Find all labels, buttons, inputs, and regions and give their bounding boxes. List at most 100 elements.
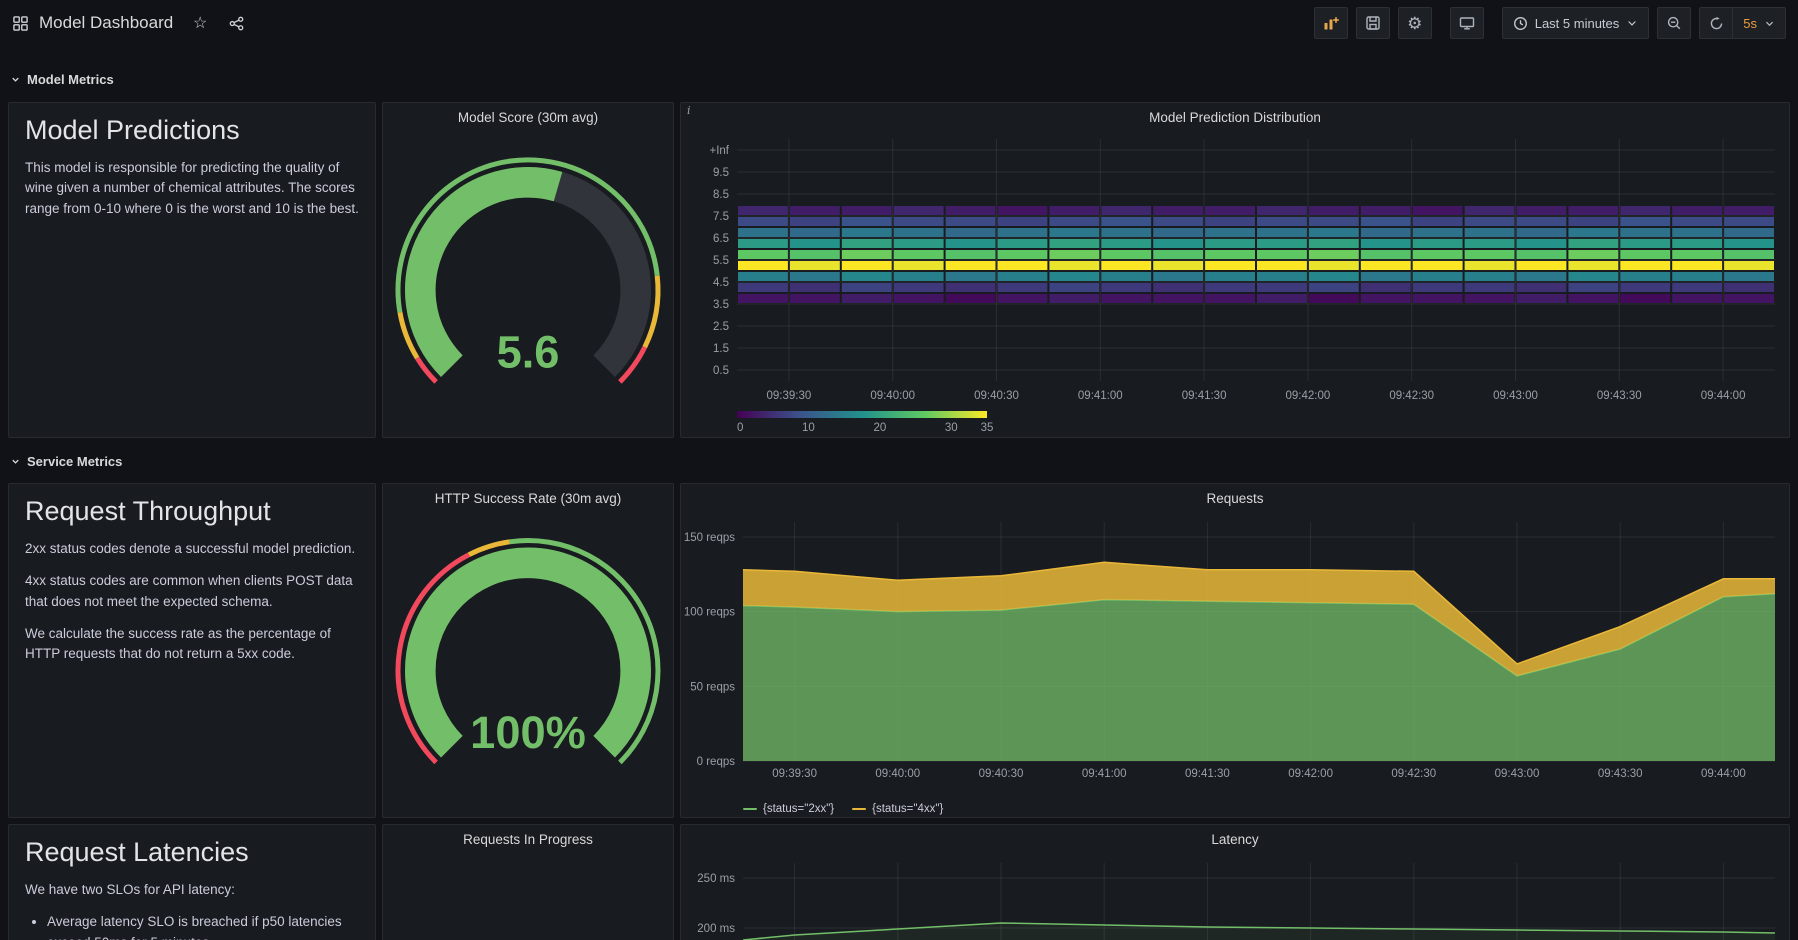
svg-text:10: 10 xyxy=(802,422,815,434)
svg-text:09:43:30: 09:43:30 xyxy=(1598,768,1643,780)
svg-text:50 reqps: 50 reqps xyxy=(690,681,735,693)
svg-text:5.6: 5.6 xyxy=(497,327,560,378)
legend-swatch xyxy=(852,808,866,810)
svg-text:09:43:00: 09:43:00 xyxy=(1495,768,1540,780)
add-panel-button[interactable] xyxy=(1314,7,1348,39)
svg-text:09:39:30: 09:39:30 xyxy=(767,390,812,402)
refresh-interval-label: 5s xyxy=(1743,16,1757,31)
legend-item-2xx[interactable]: {status="2xx"} xyxy=(743,803,834,815)
dashboard-title: Model Dashboard xyxy=(39,13,173,33)
section-label: Service Metrics xyxy=(27,454,122,469)
tv-mode-button[interactable] xyxy=(1450,7,1484,39)
panel-requests: Requests 0 reqps 50 reqps 100 reqps 150 req… xyxy=(680,483,1790,818)
svg-text:6.5: 6.5 xyxy=(713,233,729,245)
svg-text:4.5: 4.5 xyxy=(713,277,729,289)
svg-text:09:41:30: 09:41:30 xyxy=(1182,390,1227,402)
panel-model-predictions: Model Predictions This model is responsi… xyxy=(8,102,376,438)
time-range-label: Last 5 minutes xyxy=(1535,16,1620,31)
text-panel-paragraph: 2xx status codes denote a successful mod… xyxy=(25,539,359,559)
share-button[interactable] xyxy=(223,10,249,36)
svg-text:09:39:30: 09:39:30 xyxy=(772,768,817,780)
svg-text:09:40:00: 09:40:00 xyxy=(870,390,915,402)
panel-title[interactable]: Requests In Progress xyxy=(383,825,673,853)
dashboards-grid-icon xyxy=(12,15,29,32)
svg-text:09:40:30: 09:40:30 xyxy=(974,390,1019,402)
svg-text:7.5: 7.5 xyxy=(713,211,729,223)
zoom-out-button[interactable] xyxy=(1657,7,1691,39)
add-panel-icon xyxy=(1323,15,1339,31)
chevron-down-icon xyxy=(1626,17,1638,29)
svg-text:20: 20 xyxy=(873,422,886,434)
timeseries-requests[interactable]: 0 reqps 50 reqps 100 reqps 150 reqps 09:39:3… xyxy=(681,512,1789,796)
svg-text:150 reqps: 150 reqps xyxy=(684,532,735,544)
panel-request-throughput: Request Throughput 2xx status codes deno… xyxy=(8,483,376,818)
share-icon xyxy=(229,16,244,31)
panel-title[interactable]: Requests xyxy=(681,484,1789,512)
svg-text:0 reqps: 0 reqps xyxy=(697,756,736,768)
svg-text:5.5: 5.5 xyxy=(713,255,729,267)
panel-prediction-distribution: i Model Prediction Distribution +Inf9.58… xyxy=(680,102,1790,438)
panel-title[interactable]: Model Prediction Distribution xyxy=(681,103,1789,131)
section-model-metrics[interactable]: Model Metrics xyxy=(10,68,114,90)
gauge-model-score: 5.6 xyxy=(383,131,673,438)
star-icon: ☆ xyxy=(193,13,207,33)
svg-text:09:41:00: 09:41:00 xyxy=(1078,390,1123,402)
svg-text:3.5: 3.5 xyxy=(713,299,729,311)
svg-text:9.5: 9.5 xyxy=(713,167,729,179)
text-panel-title: Request Latencies xyxy=(25,837,359,868)
refresh-interval-picker[interactable]: 5s xyxy=(1732,7,1786,39)
svg-text:30: 30 xyxy=(945,422,958,434)
zoom-out-icon xyxy=(1666,15,1682,31)
save-icon xyxy=(1365,15,1381,31)
chevron-down-icon xyxy=(10,74,21,85)
chart-legend: {status="2xx"} {status="4xx"} xyxy=(681,796,1789,818)
panel-title[interactable]: Latency xyxy=(681,825,1789,853)
svg-text:09:42:00: 09:42:00 xyxy=(1288,768,1333,780)
svg-text:100 reqps: 100 reqps xyxy=(684,607,735,619)
panel-request-latencies: Request Latencies We have two SLOs for A… xyxy=(8,824,376,940)
refresh-button-group: 5s xyxy=(1699,7,1786,39)
text-panel-list-item: Average latency SLO is breached if p50 l… xyxy=(47,912,359,940)
text-panel-paragraph: We have two SLOs for API latency: xyxy=(25,880,359,900)
stat-requests-in-progress xyxy=(383,853,673,940)
legend-label: {status="4xx"} xyxy=(872,803,943,815)
svg-text:09:42:30: 09:42:30 xyxy=(1389,390,1434,402)
panel-model-score: Model Score (30m avg) 5.6 xyxy=(382,102,674,438)
text-panel-title: Request Throughput xyxy=(25,496,359,527)
svg-text:09:43:00: 09:43:00 xyxy=(1493,390,1538,402)
timeseries-latency[interactable]: 0 ms50 ms100 ms150 ms200 ms250 ms09:39:3… xyxy=(681,853,1789,940)
text-panel-paragraph: 4xx status codes are common when clients… xyxy=(25,571,359,612)
refresh-icon xyxy=(1709,16,1724,31)
favorite-star-button[interactable]: ☆ xyxy=(187,10,213,36)
refresh-button[interactable] xyxy=(1699,7,1733,39)
dashboard-settings-button[interactable]: ⚙ xyxy=(1398,7,1432,39)
svg-text:09:44:00: 09:44:00 xyxy=(1701,390,1746,402)
panel-info-icon[interactable]: i xyxy=(687,104,691,117)
clock-icon xyxy=(1513,16,1528,31)
svg-text:0.5: 0.5 xyxy=(713,365,729,377)
text-panel-paragraph: This model is responsible for predicting… xyxy=(25,158,359,219)
svg-text:+Inf: +Inf xyxy=(709,145,729,157)
panel-title[interactable]: Model Score (30m avg) xyxy=(383,103,673,131)
svg-text:09:40:00: 09:40:00 xyxy=(875,768,920,780)
time-range-picker[interactable]: Last 5 minutes xyxy=(1502,7,1650,39)
section-label: Model Metrics xyxy=(27,72,114,87)
svg-text:09:44:00: 09:44:00 xyxy=(1701,768,1746,780)
svg-text:0: 0 xyxy=(737,422,743,434)
heatmap-prediction-distribution[interactable]: +Inf9.58.57.56.55.54.53.52.51.50.509:39:… xyxy=(681,131,1789,438)
svg-text:09:40:30: 09:40:30 xyxy=(979,768,1024,780)
legend-swatch xyxy=(743,808,757,810)
svg-text:250 ms: 250 ms xyxy=(697,873,735,885)
monitor-icon xyxy=(1459,15,1475,31)
save-dashboard-button[interactable] xyxy=(1356,7,1390,39)
svg-text:200 ms: 200 ms xyxy=(697,923,735,935)
panel-http-success-rate: HTTP Success Rate (30m avg) 100% xyxy=(382,483,674,818)
legend-item-4xx[interactable]: {status="4xx"} xyxy=(852,803,943,815)
text-panel-title: Model Predictions xyxy=(25,115,359,146)
chevron-down-icon xyxy=(10,456,21,467)
panel-title[interactable]: HTTP Success Rate (30m avg) xyxy=(383,484,673,512)
panel-requests-in-progress: Requests In Progress xyxy=(382,824,674,940)
section-service-metrics[interactable]: Service Metrics xyxy=(10,450,122,472)
legend-label: {status="2xx"} xyxy=(763,803,834,815)
gauge-http-success-rate: 100% xyxy=(383,512,673,818)
